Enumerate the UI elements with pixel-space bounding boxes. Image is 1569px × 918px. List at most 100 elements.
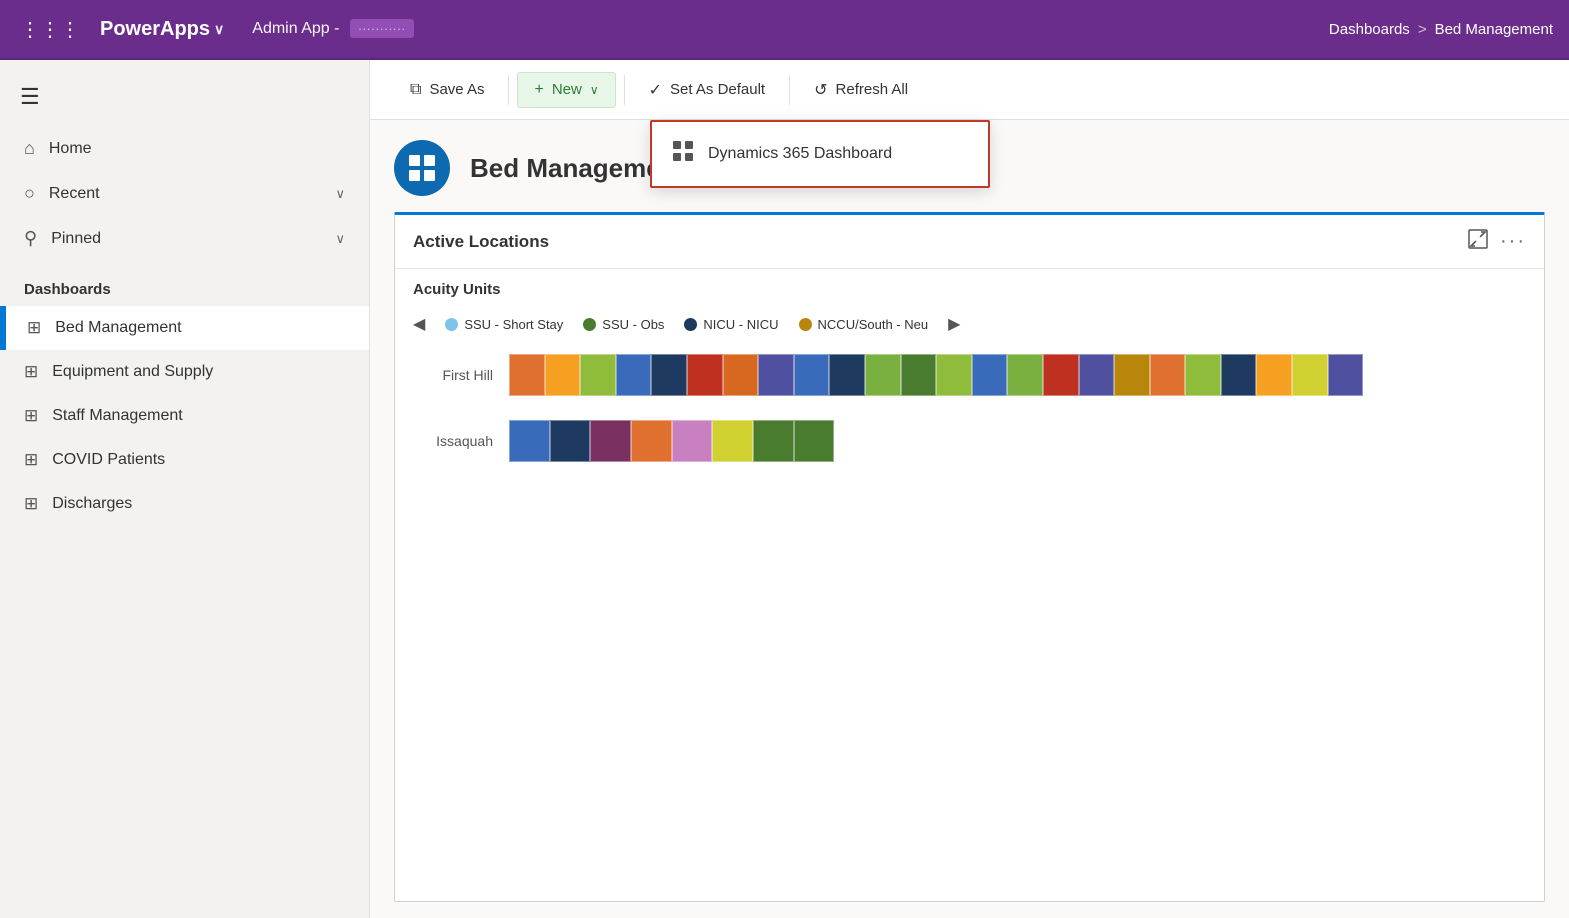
- sidebar-item-covid-patients[interactable]: ⊞ COVID Patients: [0, 438, 369, 482]
- refresh-all-button[interactable]: ↺ Refresh All: [798, 72, 924, 108]
- bar-segment: [1043, 354, 1079, 396]
- refresh-label: Refresh All: [836, 81, 909, 98]
- recent-icon: ○: [24, 183, 35, 204]
- dashboard-avatar: [394, 140, 450, 196]
- sidebar: ☰ ⌂ Home ○ Recent ∨ ⚲ Pinned ∨ Dashboard…: [0, 60, 370, 918]
- bar-segment: [829, 354, 865, 396]
- bar-segment: [712, 420, 753, 462]
- toolbar-separator-3: [789, 75, 790, 105]
- bar-segment: [550, 420, 591, 462]
- app-logo[interactable]: PowerApps ∨: [100, 18, 224, 41]
- bar-segment: [723, 354, 759, 396]
- new-dropdown-menu: Dynamics 365 Dashboard: [650, 120, 990, 188]
- top-navigation: ⋮⋮⋮ PowerApps ∨ Admin App - ··········· …: [0, 0, 1569, 60]
- hamburger-menu[interactable]: ☰: [0, 76, 369, 126]
- bar-segment: [631, 420, 672, 462]
- chart-bars-firsthill: [509, 354, 1526, 396]
- bar-segment: [672, 420, 713, 462]
- sidebar-dash-label: COVID Patients: [52, 451, 165, 469]
- save-as-label: Save As: [429, 81, 484, 98]
- set-default-button[interactable]: ✓ Set As Default: [633, 72, 781, 108]
- sidebar-item-recent[interactable]: ○ Recent ∨: [0, 171, 369, 216]
- chevron-down-icon[interactable]: ∨: [335, 186, 345, 202]
- chart-row-issaquah: Issaquah: [413, 420, 1526, 462]
- chart-area: First Hill Issaquah: [395, 346, 1544, 494]
- breadcrumb: Dashboards > Bed Management: [1329, 21, 1553, 38]
- breadcrumb-section: Dashboards: [1329, 21, 1410, 38]
- main-layout: ☰ ⌂ Home ○ Recent ∨ ⚲ Pinned ∨ Dashboard…: [0, 60, 1569, 918]
- dashboard-icon: ⊞: [24, 362, 38, 382]
- sidebar-item-pinned[interactable]: ⚲ Pinned ∨: [0, 216, 369, 261]
- bar-segment: [865, 354, 901, 396]
- bar-segment: [758, 354, 794, 396]
- chart-bars-issaquah: [509, 420, 1526, 462]
- sidebar-item-equipment-supply[interactable]: ⊞ Equipment and Supply: [0, 350, 369, 394]
- legend-item-ssu-short: SSU - Short Stay: [445, 317, 563, 332]
- legend-prev-arrow[interactable]: ◀: [413, 314, 425, 334]
- toolbar: ⧉ Save As + New ∨ ✓ Set As Default ↺ Ref…: [370, 60, 1569, 120]
- bar-segment: [1079, 354, 1115, 396]
- legend-item-ssu-obs: SSU - Obs: [583, 317, 664, 332]
- bar-segment: [590, 420, 631, 462]
- dashboards-section-label: Dashboards: [0, 261, 369, 306]
- dynamics-365-dashboard-item[interactable]: Dynamics 365 Dashboard: [652, 122, 988, 186]
- bar-segment: [687, 354, 723, 396]
- legend-label: NCCU/South - Neu: [818, 317, 929, 332]
- dashboard-icon: ⊞: [24, 494, 38, 514]
- chart-actions: ···: [1468, 229, 1526, 254]
- more-options-icon[interactable]: ···: [1500, 230, 1526, 253]
- sidebar-dash-label: Equipment and Supply: [52, 363, 213, 381]
- grid-icon[interactable]: ⋮⋮⋮: [16, 13, 84, 46]
- app-subtitle: ···········: [350, 19, 414, 38]
- active-indicator: [3, 306, 6, 350]
- hamburger-icon[interactable]: ☰: [20, 84, 40, 109]
- bar-segment: [1150, 354, 1186, 396]
- content-area: ⧉ Save As + New ∨ ✓ Set As Default ↺ Ref…: [370, 60, 1569, 918]
- new-chevron[interactable]: ∨: [590, 83, 599, 97]
- chart-row-firsthill: First Hill: [413, 354, 1526, 396]
- app-name-label: Admin App - ···········: [252, 20, 413, 38]
- dynamics-dashboard-icon: [672, 140, 694, 168]
- chevron-down-icon[interactable]: ∨: [335, 231, 345, 247]
- bar-segment: [509, 420, 550, 462]
- bar-segment: [794, 354, 830, 396]
- bar-segment: [1328, 354, 1364, 396]
- sidebar-item-label: Recent: [49, 185, 100, 203]
- legend-label: SSU - Obs: [602, 317, 664, 332]
- sidebar-item-staff-management[interactable]: ⊞ Staff Management: [0, 394, 369, 438]
- dashboard-icon: ⊞: [24, 450, 38, 470]
- toolbar-separator-2: [624, 75, 625, 105]
- set-default-label: Set As Default: [670, 81, 765, 98]
- save-as-icon: ⧉: [410, 81, 421, 99]
- save-as-button[interactable]: ⧉ Save As: [394, 73, 500, 107]
- toolbar-separator: [508, 75, 509, 105]
- new-button[interactable]: + New ∨: [517, 72, 615, 108]
- sidebar-item-bed-management[interactable]: ⊞ Bed Management: [0, 306, 369, 350]
- set-default-icon: ✓: [649, 80, 662, 100]
- logo-chevron[interactable]: ∨: [214, 21, 224, 38]
- legend-next-arrow[interactable]: ▶: [948, 314, 960, 334]
- bar-segment: [651, 354, 687, 396]
- bar-group-issaquah: [509, 420, 1526, 462]
- sidebar-dash-label: Bed Management: [55, 319, 181, 337]
- bar-segment: [616, 354, 652, 396]
- dashboard-icon: ⊞: [24, 406, 38, 426]
- sidebar-dash-label: Staff Management: [52, 407, 182, 425]
- sidebar-item-label: Pinned: [51, 230, 101, 248]
- bar-segment: [1007, 354, 1043, 396]
- bar-segment: [1185, 354, 1221, 396]
- bar-segment: [545, 354, 581, 396]
- pin-icon: ⚲: [24, 228, 37, 249]
- bar-segment: [1256, 354, 1292, 396]
- bar-segment: [509, 354, 545, 396]
- expand-icon[interactable]: [1468, 229, 1488, 254]
- sidebar-item-home[interactable]: ⌂ Home: [0, 126, 369, 171]
- bar-segment: [1221, 354, 1257, 396]
- chart-legend: ◀ SSU - Short Stay SSU - Obs NICU - NICU…: [395, 306, 1544, 346]
- legend-item-nicu: NICU - NICU: [684, 317, 778, 332]
- bar-segment: [794, 420, 835, 462]
- legend-dot: [445, 318, 458, 331]
- dynamics-dashboard-label: Dynamics 365 Dashboard: [708, 145, 892, 163]
- legend-dot: [684, 318, 697, 331]
- sidebar-item-discharges[interactable]: ⊞ Discharges: [0, 482, 369, 526]
